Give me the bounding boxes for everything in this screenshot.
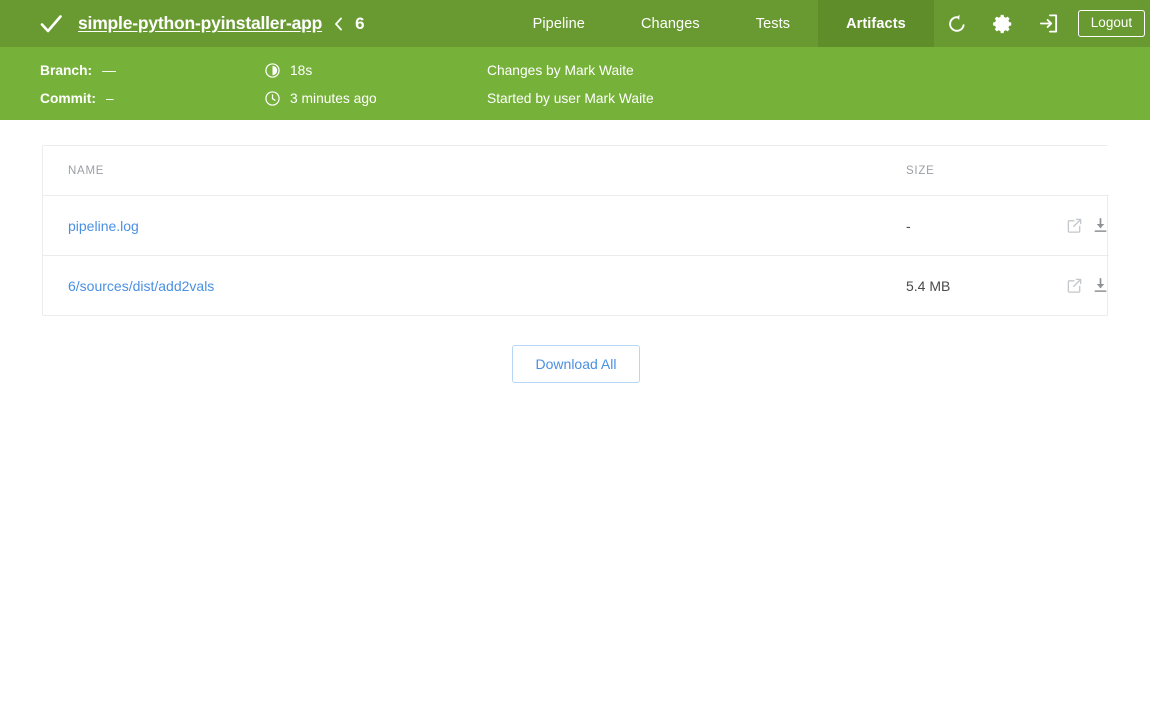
clock-icon [265,90,280,106]
download-icon[interactable] [1092,217,1109,234]
artifact-size-cell: 5.4 MB [906,277,951,294]
table-header: NAME SIZE [43,146,1109,196]
tab-changes[interactable]: Changes [613,0,728,47]
started-by-text: Started by user Mark Waite [487,90,654,106]
header-row: NAME SIZE [43,146,1109,196]
artifacts-main: NAME SIZE pipeline.log - 6/sources/dist/… [0,120,1150,383]
info-column-timing: 18s 3 minutes ago [265,59,377,115]
info-column-scm: Branch: — Commit: – [40,59,116,115]
branch-row: Branch: — [40,59,116,81]
top-bar: simple-python-pyinstaller-app 6 Pipeline… [0,0,1150,47]
artifact-link[interactable]: pipeline.log [68,218,139,234]
branch-value: — [102,62,116,78]
artifacts-page: simple-python-pyinstaller-app 6 Pipeline… [0,0,1150,702]
artifact-actions-cell [1019,195,1109,256]
column-header-name: NAME [43,146,881,196]
build-number: 6 [355,13,365,33]
time-value: 3 minutes ago [290,90,377,106]
logout-button[interactable]: Logout [1077,10,1146,37]
artifact-link[interactable]: 6/sources/dist/add2vals [68,278,214,294]
table-row: pipeline.log - [43,195,1109,256]
gear-icon[interactable] [980,0,1026,47]
chevron-left-icon [333,17,344,31]
tab-artifacts[interactable]: Artifacts [818,0,934,47]
external-link-icon[interactable] [1066,217,1083,234]
info-column-authors: Changes by Mark Waite Started by user Ma… [487,59,654,115]
artifact-size-cell: - [881,195,1019,256]
tab-pipeline[interactable]: Pipeline [505,0,613,47]
tab-tests[interactable]: Tests [728,0,818,47]
branch-label: Branch: [40,62,93,78]
artifacts-table: NAME SIZE pipeline.log - 6/sources/dist/… [43,146,1109,315]
nav-tabs: Pipeline Changes Tests Artifacts [505,0,934,47]
column-header-actions [1019,146,1109,196]
build-identity: simple-python-pyinstaller-app 6 [0,0,365,47]
changes-by-text: Changes by Mark Waite [487,62,634,78]
artifact-actions-cell [1019,256,1109,316]
artifact-name-cell: 6/sources/dist/add2vals [43,256,881,316]
download-all-button[interactable]: Download All [511,345,641,383]
artifacts-card: NAME SIZE pipeline.log - 6/sources/dist/… [42,145,1109,316]
duration-icon [265,62,280,78]
login-arrow-icon[interactable] [1026,0,1072,47]
started-by-row: Started by user Mark Waite [487,87,654,109]
download-icon[interactable] [1092,277,1109,294]
table-body: pipeline.log - 6/sources/dist/add2vals 5… [43,195,1109,316]
duration-value: 18s [290,62,313,78]
commit-label: Commit: [40,90,96,106]
pipeline-name-link[interactable]: simple-python-pyinstaller-app [78,13,322,34]
header-actions: Logout [934,0,1150,47]
commit-row: Commit: – [40,87,116,109]
check-icon [38,11,64,37]
time-row: 3 minutes ago [265,87,377,109]
external-link-icon[interactable] [1066,277,1083,294]
download-all-wrapper: Download All [42,345,1110,383]
build-info-bar: Branch: — Commit: – 18s 3 minutes ago Ch… [0,47,1150,120]
table-row: 6/sources/dist/add2vals 5.4 MB [43,256,1109,316]
replay-icon[interactable] [934,0,980,47]
artifact-name-cell: pipeline.log [43,195,881,256]
changes-by-row: Changes by Mark Waite [487,59,654,81]
commit-value: – [105,90,114,106]
column-header-size: SIZE [881,146,1019,196]
duration-row: 18s [265,59,377,81]
